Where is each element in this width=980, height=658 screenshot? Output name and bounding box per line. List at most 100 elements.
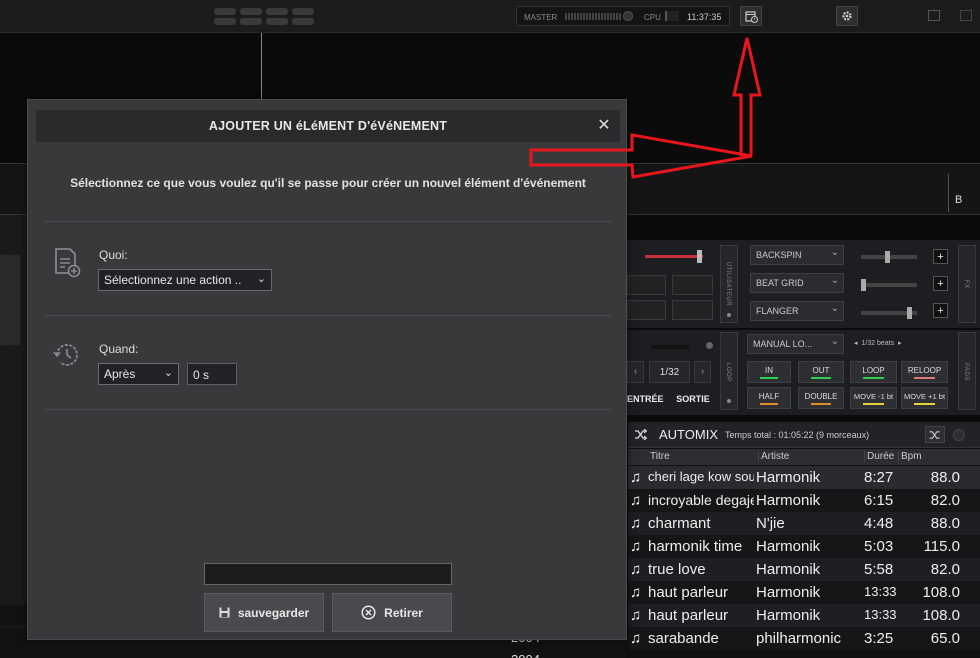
menu-pill[interactable] (292, 18, 314, 25)
fx-add-button-2[interactable]: + (933, 276, 948, 291)
master-meter (565, 13, 621, 20)
automix-shuffle-button[interactable] (925, 426, 945, 443)
col-title[interactable]: Titre (650, 451, 670, 462)
fx-panel: UTILISATEUR BACKSPIN BEAT GRID FLANGER +… (627, 240, 980, 328)
pads-side-label: PADS (963, 363, 969, 381)
fx-add-button-3[interactable]: + (933, 303, 948, 318)
automix-row-title: cheri lage kow sou mw (648, 469, 754, 484)
fx-add-button-1[interactable]: + (933, 249, 948, 264)
automix-options-button[interactable] (953, 429, 965, 441)
automix-row[interactable]: ♫ haut parleur Harmonik 13:33 108.0 (628, 604, 980, 627)
loop-mode-select[interactable]: MANUAL LO... (747, 334, 844, 354)
automix-row-artist: Harmonik (756, 607, 821, 624)
automix-row[interactable]: ♫ harmonik time Harmonik 5:03 115.0 (628, 535, 980, 558)
menu-pill[interactable] (240, 18, 262, 25)
cpu-label: CPU (644, 13, 661, 22)
fx-select-2[interactable]: BEAT GRID (750, 273, 844, 293)
save-button[interactable]: sauvegarder (204, 593, 324, 632)
automix-row-bpm: 108.0 (922, 584, 960, 601)
chevron-down-icon: ⌄ (163, 367, 173, 379)
automix-row-artist: Harmonik (756, 584, 821, 601)
settings-button[interactable] (836, 6, 858, 26)
waveform-cursor (261, 33, 262, 103)
top-bar: MASTER CPU 11:37:35 (0, 0, 980, 33)
automix-row-bpm: 82.0 (930, 492, 960, 509)
window-icon[interactable] (928, 10, 940, 21)
fx-select-1[interactable]: BACKSPIN (750, 245, 844, 265)
automix-row-bpm: 65.0 (930, 630, 960, 647)
loop-size-display: 1/32 (649, 361, 690, 383)
loop-out-button[interactable]: OUT (798, 361, 844, 383)
automix-row-artist: N'jie (756, 515, 785, 532)
col-artist[interactable]: Artiste (758, 451, 789, 462)
automix-row[interactable]: ♫ cheri lage kow sou mwHarmonik 8:27 88.0 (628, 466, 980, 489)
chevron-down-icon: ⌄ (256, 273, 266, 285)
calendar-clock-icon (744, 10, 758, 23)
fx-slider-1[interactable] (861, 251, 917, 263)
fx-slider-3[interactable] (861, 307, 917, 319)
automix-row-duration: 13:33 (864, 607, 897, 622)
music-note-icon: ♫ (630, 630, 642, 647)
col-bpm[interactable]: Bpm (898, 451, 922, 462)
automix-row-title: true love (648, 561, 706, 578)
automix-row-bpm: 108.0 (922, 607, 960, 624)
fx-level-thumb[interactable] (697, 250, 702, 263)
move-back-button[interactable]: MOVE -1 bt (850, 387, 897, 409)
automix-row-title: sarabande (648, 630, 719, 647)
automix-row[interactable]: ♫ true love Harmonik 5:58 82.0 (628, 558, 980, 581)
music-note-icon: ♫ (630, 584, 642, 601)
loop-prev-button[interactable]: ‹ (627, 361, 644, 383)
loop-panel: ‹ 1/32 › ENTRÉE SORTIE LOOP MANUAL LO...… (627, 330, 980, 415)
automix-row-duration: 5:03 (864, 538, 894, 555)
automix-row-title: harmonik time (648, 538, 743, 555)
deck-b-label: B (955, 194, 963, 206)
add-event-dialog: AJOUTER UN éLéMENT D'éVéNEMENT ✕ Sélecti… (27, 99, 627, 640)
music-note-icon: ♫ (630, 561, 642, 578)
automix-row[interactable]: ♫ charmant N'jie 4:48 88.0 (628, 512, 980, 535)
status-panel: MASTER CPU 11:37:35 (516, 6, 730, 26)
cpu-meter (665, 11, 679, 21)
entree-button[interactable]: ENTRÉE (627, 388, 667, 410)
shuffle-icon[interactable] (635, 429, 647, 440)
menu-pill[interactable] (240, 8, 262, 15)
automix-row[interactable]: ♫ haut parleur Harmonik 13:33 108.0 (628, 581, 980, 604)
double-button[interactable]: DOUBLE (798, 387, 844, 409)
loop-button[interactable]: LOOP (850, 361, 897, 383)
sortie-button[interactable]: SORTIE (672, 388, 714, 410)
separator (44, 409, 612, 410)
loop-in-button[interactable]: IN (747, 361, 791, 383)
automix-row[interactable]: ♫ sarabande philharmonic 3:25 65.0 (628, 627, 980, 650)
col-duration[interactable]: Durée (864, 451, 894, 462)
fx-slider-2[interactable] (861, 279, 917, 291)
when-select[interactable]: Après ⌄ (98, 363, 179, 385)
when-label: Quand: (99, 342, 139, 356)
fx-select-3[interactable]: FLANGER (750, 301, 844, 321)
loop-beats-label: ◂ 1/32 beats ▸ (854, 340, 902, 347)
menu-pill[interactable] (266, 18, 288, 25)
remove-button[interactable]: Retirer (332, 593, 452, 632)
automix-row-artist: Harmonik (756, 538, 821, 555)
master-volume-knob[interactable] (623, 11, 633, 21)
shuffle-icon (929, 431, 940, 439)
dialog-title: AJOUTER UN éLéMENT D'éVéNEMENT (36, 110, 620, 142)
dialog-close-button[interactable]: ✕ (596, 115, 612, 135)
action-select[interactable]: Sélectionnez une action .. ⌄ (98, 269, 272, 291)
close-icon: ✕ (597, 117, 611, 134)
event-scheduler-button[interactable] (740, 6, 762, 26)
menu-pill[interactable] (266, 8, 288, 15)
reloop-button[interactable]: RELOOP (901, 361, 948, 383)
remove-circle-icon (361, 605, 376, 620)
window-icon[interactable] (960, 10, 972, 21)
move-forward-button[interactable]: MOVE +1 bt (901, 387, 948, 409)
menu-pill[interactable] (292, 8, 314, 15)
automix-row-bpm: 88.0 (930, 515, 960, 532)
menu-pill[interactable] (214, 18, 236, 25)
menu-pill[interactable] (214, 8, 236, 15)
user-side-label: UTILISATEUR (725, 262, 731, 307)
delay-input[interactable]: 0 s (187, 363, 237, 385)
loop-next-button[interactable]: › (694, 361, 711, 383)
half-button[interactable]: HALF (747, 387, 791, 409)
event-name-input[interactable] (204, 563, 452, 585)
automix-panel: AUTOMIX Temps total : 01:05:22 (9 morcea… (628, 422, 980, 658)
automix-row[interactable]: ♫ incroyable degaje Harmonik 6:15 82.0 (628, 489, 980, 512)
